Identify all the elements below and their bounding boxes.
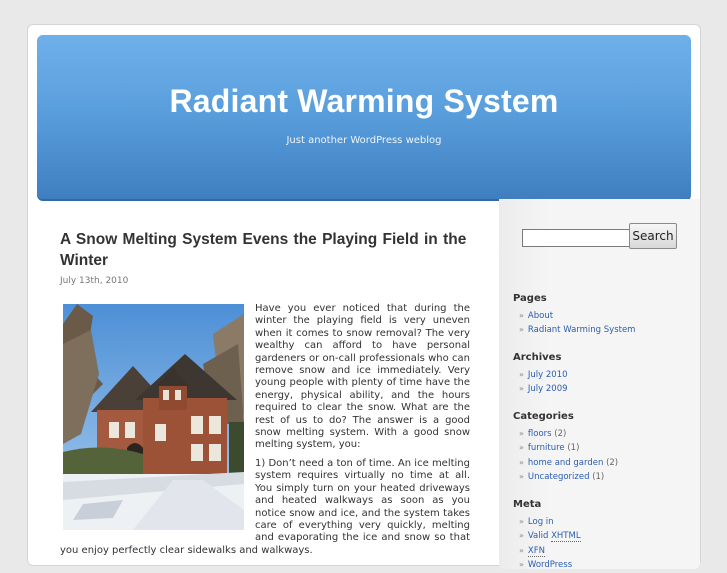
xhtml-abbr: XHTML [551,531,581,543]
bullet-icon: » [519,545,524,555]
xfn-link[interactable]: XFN [527,545,545,557]
blog-header: Radiant Warming System Just another Word… [37,35,691,201]
category-link-furniture[interactable]: furniture [528,443,565,453]
category-link-uncategorized[interactable]: Uncategorized [528,472,590,482]
categories-list: » floors (2) » furniture (1) » home and gar… [519,427,618,485]
list-item: » floors (2) [519,427,618,441]
list-item: » July 2010 [519,368,568,382]
page-link-about[interactable]: About [528,311,553,321]
valid-prefix: Valid [527,531,552,542]
category-link-home-and-garden[interactable]: home and garden [528,458,603,468]
bullet-icon: » [519,443,524,453]
page-container: Radiant Warming System Just another Word… [27,24,701,570]
bullet-icon: » [519,370,524,379]
list-item: » Log in [519,515,581,529]
bullet-icon: » [519,472,524,482]
page-link-radiant-warming-system[interactable]: Radiant Warming System [528,325,636,335]
archives-list: » July 2010 » July 2009 [519,368,568,397]
bullet-icon: » [519,531,524,541]
post-image [63,304,244,530]
meta-list: » Log in » Valid XHTML » XFN » WordPress [519,515,581,573]
archive-link-july-2009[interactable]: July 2009 [528,384,568,394]
list-item: » furniture (1) [519,441,618,455]
login-link[interactable]: Log in [528,517,554,527]
category-count: (2) [606,457,619,468]
blog-description: Just another WordPress weblog [286,135,442,146]
category-count: (1) [592,472,605,483]
search-button[interactable]: Search [629,223,677,249]
list-item: » WordPress [519,558,581,572]
list-item: » Uncategorized (1) [519,470,618,484]
pages-heading: Pages [513,293,547,304]
wordpress-link[interactable]: WordPress [528,560,572,570]
category-count: (2) [554,429,567,439]
archive-link-july-2010[interactable]: July 2010 [528,370,568,380]
post-title[interactable]: A Snow Melting System Evens the Playing … [60,229,470,271]
bullet-icon: » [519,384,524,394]
bullet-icon: » [519,311,524,320]
bullet-icon: » [519,429,524,438]
main-content: A Snow Melting System Evens the Playing … [60,229,470,563]
bullet-icon: » [519,560,524,570]
post-body: Have you ever noticed that during the wi… [60,303,470,557]
valid-xhtml-link[interactable]: Valid XHTML [527,531,581,543]
archives-heading: Archives [513,352,562,363]
meta-heading: Meta [513,499,542,510]
categories-heading: Categories [513,411,574,422]
blog-title[interactable]: Radiant Warming System [37,83,691,120]
list-item: » Valid XHTML [519,529,581,543]
bullet-icon: » [519,517,524,526]
xfn-abbr: XFN [527,545,545,557]
search-input[interactable] [522,229,632,247]
bullet-icon: » [519,457,524,467]
list-item: » XFN [519,544,581,558]
list-item: » About [519,309,635,323]
list-item: » Radiant Warming System [519,323,635,337]
sidebar: Search Pages » About » Radiant Warming Sys… [499,199,700,570]
list-item: » home and garden (2) [519,456,618,470]
post-date: July 13th, 2010 [60,276,129,286]
category-count: (1) [567,443,580,454]
category-link-floors[interactable]: floors [528,429,552,439]
pages-list: » About » Radiant Warming System [519,309,635,338]
list-item: » July 2009 [519,382,568,396]
bullet-icon: » [519,325,524,335]
